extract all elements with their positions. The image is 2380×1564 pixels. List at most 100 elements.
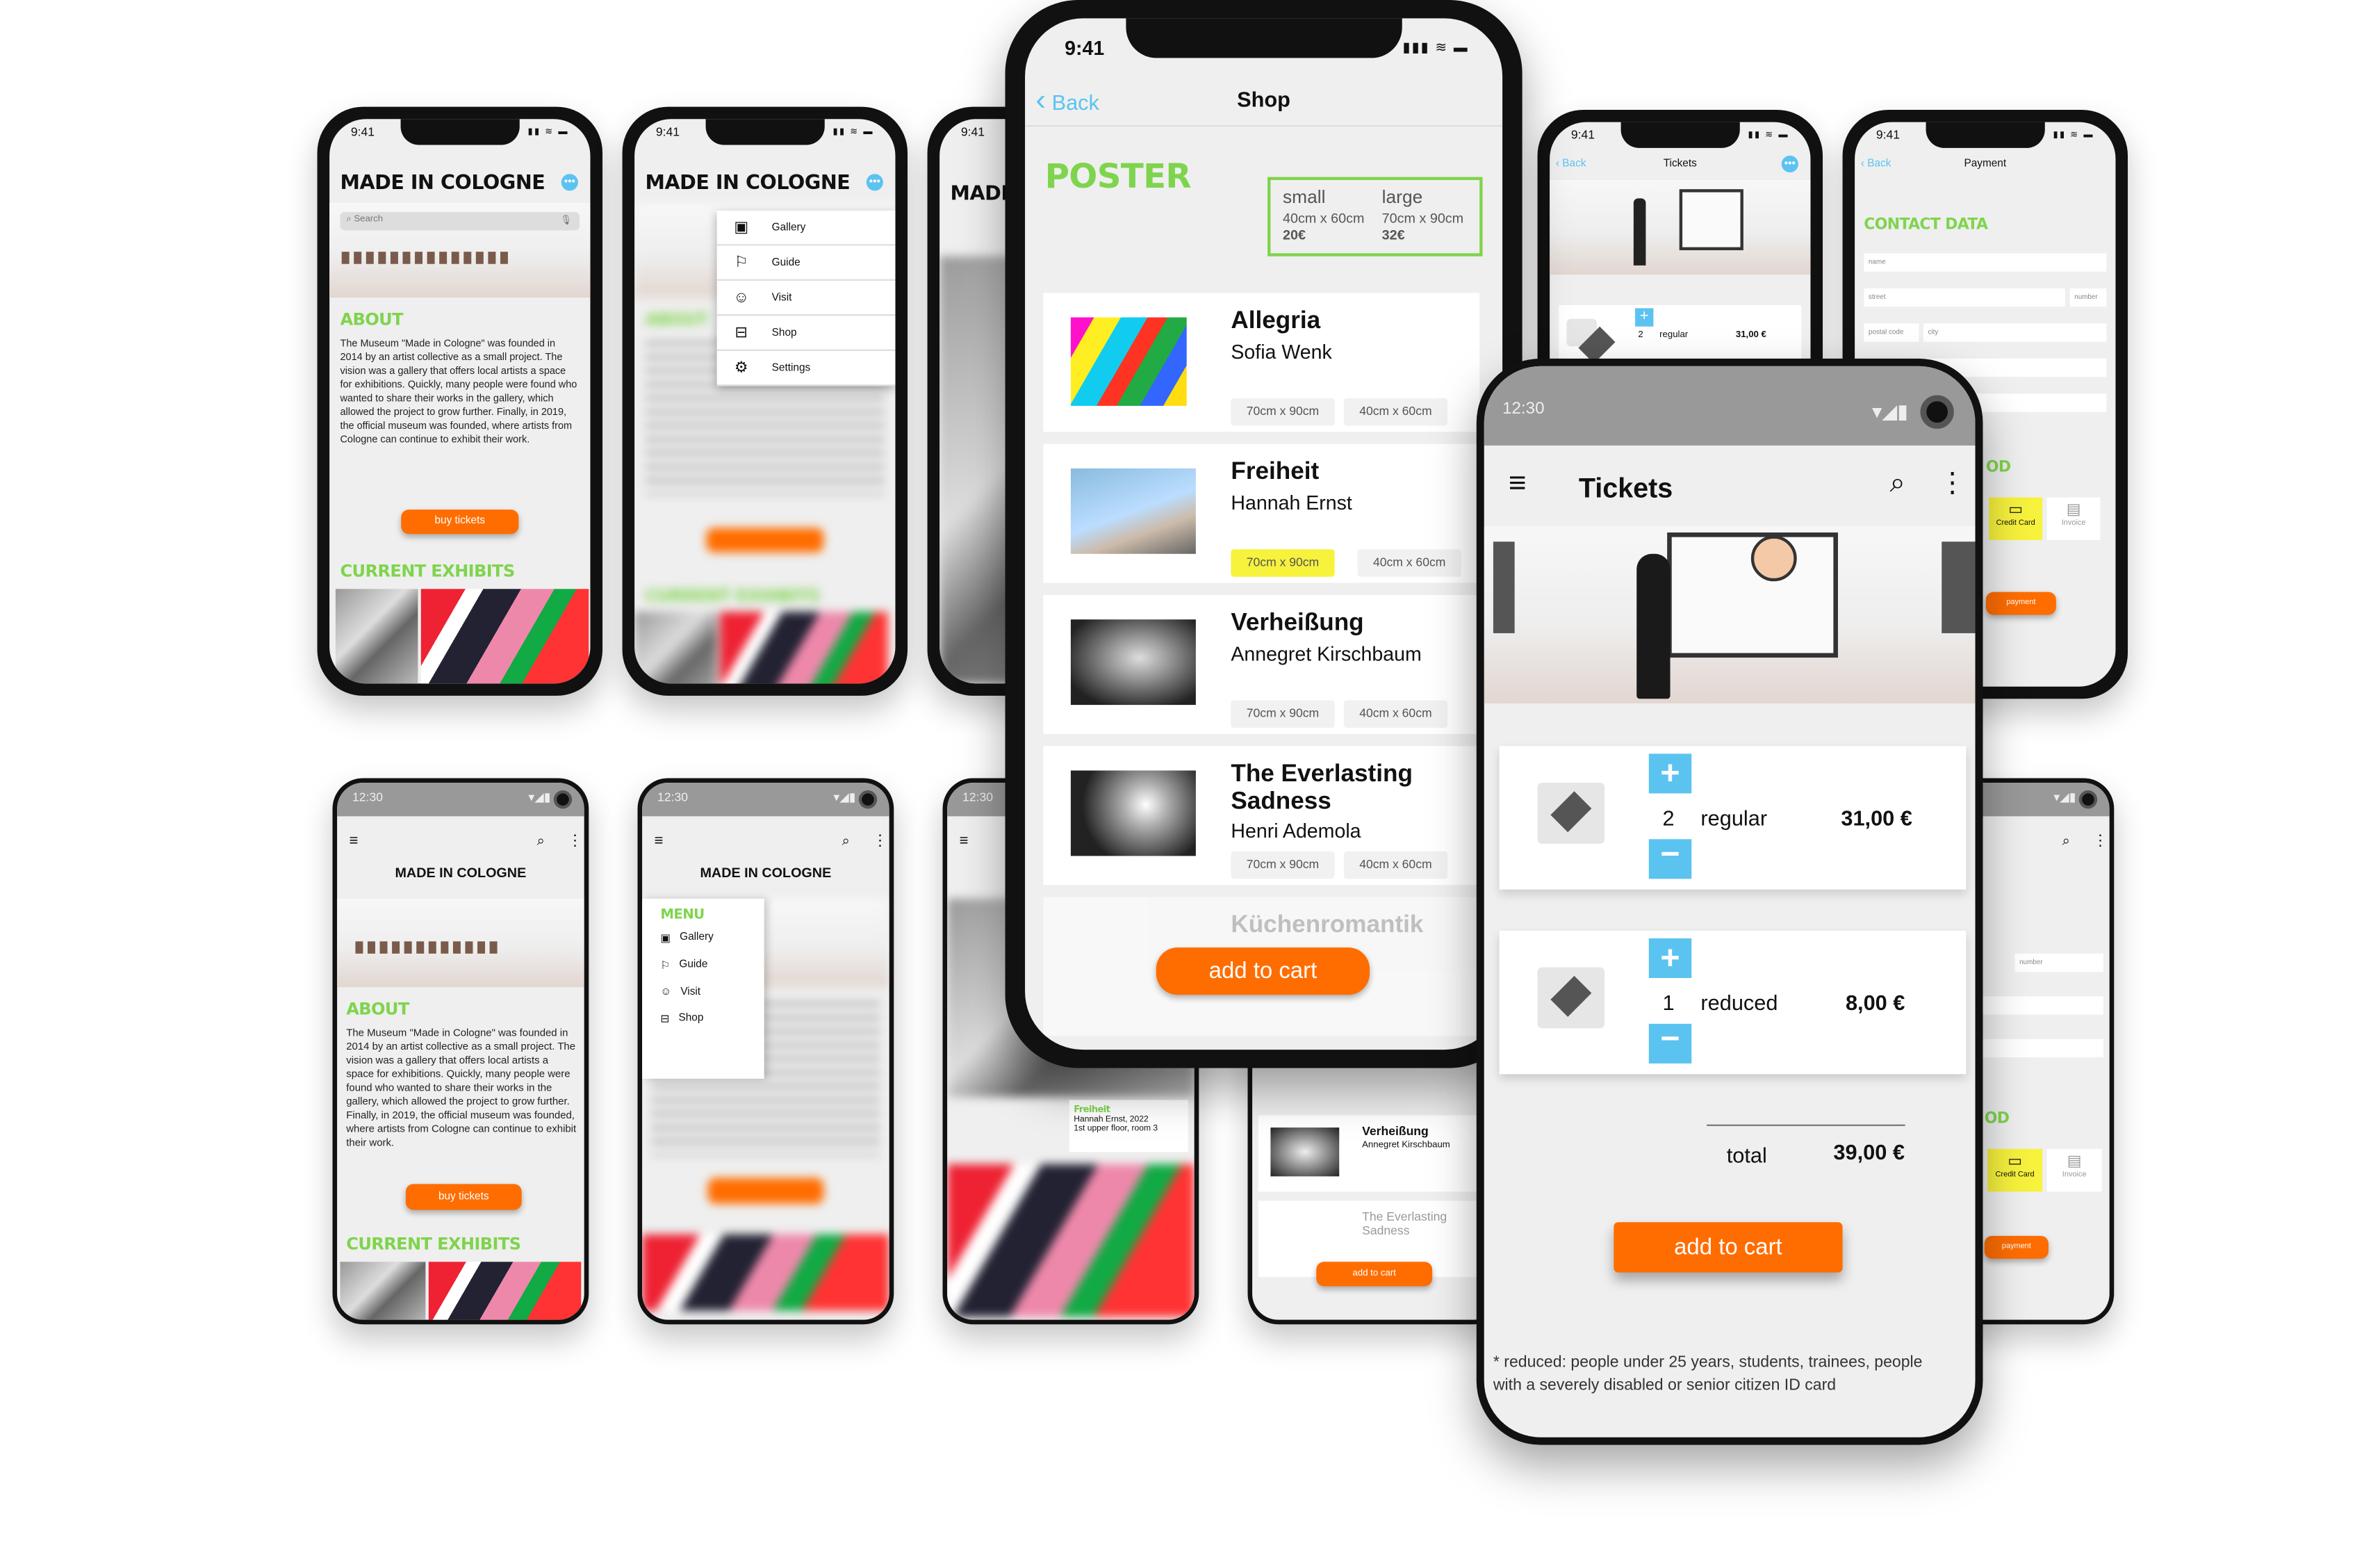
number-field[interactable]: number bbox=[2069, 288, 2107, 307]
ticket-row-reduced: + 1 reduced 8,00 € − bbox=[1499, 930, 1967, 1075]
size-chip-selected[interactable]: 70cm x 90cm bbox=[1231, 549, 1335, 577]
number-field[interactable]: number bbox=[2014, 953, 2103, 972]
menu-title: MENU bbox=[660, 908, 705, 923]
invoice-option[interactable]: ▤ Invoice bbox=[2046, 1148, 2102, 1192]
menu-item-gallery[interactable]: ▣ Gallery bbox=[660, 932, 746, 945]
payment-button[interactable]: payment bbox=[1984, 1235, 2049, 1259]
search-icon[interactable]: ⌕ bbox=[842, 833, 850, 849]
more-icon[interactable]: ••• bbox=[1781, 155, 1798, 173]
postal-code-field[interactable]: postal code bbox=[1864, 323, 1919, 342]
shop-item-allegria[interactable]: Allegria Sofia Wenk 70cm x 90cm 40cm x 6… bbox=[1043, 293, 1480, 432]
page-title: Payment bbox=[1964, 158, 2007, 170]
flag-icon: ⚐ bbox=[734, 254, 748, 271]
phone-android-tickets: 12:30 ▾◢▮ ≡ Tickets ⌕ ⋮ + 2 regular 31,00… bbox=[1476, 358, 1983, 1445]
visit-icon: ☺ bbox=[733, 288, 749, 307]
credit-card-option[interactable]: ▭ Credit Card bbox=[1987, 1148, 2043, 1192]
more-icon[interactable]: ••• bbox=[561, 174, 578, 191]
menu-label: Shop bbox=[678, 1013, 704, 1024]
size-chip[interactable]: 40cm x 60cm bbox=[1343, 700, 1448, 728]
poster-title: The Everlasting Sadness bbox=[1231, 761, 1413, 815]
increment-button[interactable]: + bbox=[1635, 308, 1654, 327]
poster-artist: Annegret Kirschbaum bbox=[1231, 642, 1422, 666]
time: 9:41 bbox=[1570, 128, 1595, 142]
buy-tickets-button[interactable]: buy tickets bbox=[405, 1184, 522, 1210]
overflow-icon[interactable]: ⋮ bbox=[568, 833, 583, 849]
showcase-stage: 9:41 ▮▮ ≋ ▬ MADE IN COLOGNE ••• ⌕ Search… bbox=[0, 0, 2379, 1563]
decrement-regular-button[interactable]: − bbox=[1648, 837, 1692, 879]
increment-regular-button[interactable]: + bbox=[1648, 754, 1692, 794]
mic-icon[interactable]: 🎙 bbox=[560, 215, 572, 226]
size-chip[interactable]: 70cm x 90cm bbox=[1231, 398, 1335, 426]
ticket-qty: 2 bbox=[1638, 331, 1643, 341]
overflow-icon[interactable]: ⋮ bbox=[2093, 833, 2108, 849]
status-icons: ▾◢▮ bbox=[528, 790, 551, 804]
camera bbox=[858, 790, 878, 809]
exhibit-thumbnail[interactable] bbox=[420, 589, 589, 684]
invoice-option[interactable]: ▤ Invoice bbox=[2046, 497, 2101, 541]
screen: 12:30 ▾◢▮ ≡ Tickets ⌕ ⋮ + 2 regular 31,00… bbox=[1484, 366, 1976, 1437]
exhibit-thumbnail[interactable] bbox=[428, 1262, 582, 1320]
search-icon[interactable]: ⌕ bbox=[537, 833, 545, 849]
shop-item-everlasting-sadness[interactable]: The Everlasting Sadness Henri Ademola 70… bbox=[1043, 746, 1480, 886]
poster-thumbnail bbox=[1070, 317, 1187, 406]
menu-item-visit[interactable]: ☺ Visit bbox=[716, 281, 896, 316]
city-field[interactable]: city bbox=[1923, 323, 2107, 342]
ticket-qty: 2 bbox=[1662, 805, 1675, 831]
gallery-icon: ▣ bbox=[734, 218, 749, 236]
exhibit-thumbnail[interactable] bbox=[340, 1262, 426, 1320]
search-input[interactable]: ⌕ Search 🎙 bbox=[340, 212, 580, 231]
search-icon[interactable]: ⌕ bbox=[2062, 833, 2070, 849]
size-dimensions-large: 70cm x 90cm bbox=[1381, 210, 1464, 226]
shop-item[interactable]: Verheißung Annegret Kirschbaum bbox=[1258, 1115, 1484, 1192]
hamburger-menu-icon[interactable]: ≡ bbox=[655, 833, 664, 849]
menu-label: Guide bbox=[679, 959, 708, 971]
menu-item-settings[interactable]: ⚙ Settings bbox=[716, 351, 896, 386]
screen: 12:30 ▾◢▮ ≡ ⌕ ⋮ MADE IN COLOGNE MENU ▣ Gal… bbox=[642, 783, 889, 1320]
shop-icon: ⊟ bbox=[660, 1014, 670, 1026]
settings-icon: ⚙ bbox=[734, 359, 748, 377]
visitor-silhouette bbox=[1636, 553, 1671, 699]
menu-item-gallery[interactable]: ▣ Gallery bbox=[716, 211, 896, 246]
payment-button[interactable]: payment bbox=[1985, 592, 2056, 615]
buy-tickets-button[interactable]: buy tickets bbox=[401, 510, 519, 535]
menu-item-guide[interactable]: ⚐ Guide bbox=[716, 245, 896, 281]
more-icon[interactable]: ••• bbox=[866, 174, 883, 191]
menu-item-guide[interactable]: ⚐ Guide bbox=[660, 960, 746, 972]
hero-image: ⌕ Search 🎙 bbox=[329, 202, 591, 298]
camera bbox=[2078, 790, 2098, 809]
menu-item-visit[interactable]: ☺ Visit bbox=[660, 987, 746, 997]
size-chip[interactable]: 70cm x 90cm bbox=[1231, 700, 1335, 728]
add-to-cart-button[interactable]: add to cart bbox=[1316, 1262, 1433, 1287]
menu-item-shop[interactable]: ⊟ Shop bbox=[660, 1013, 746, 1025]
poster-title: Küchenromantik bbox=[1231, 912, 1424, 938]
size-chip[interactable]: 70cm x 90cm bbox=[1231, 851, 1335, 879]
overflow-icon[interactable]: ⋮ bbox=[873, 833, 888, 849]
add-to-cart-button[interactable]: add to cart bbox=[1156, 947, 1370, 995]
add-to-cart-button[interactable]: add to cart bbox=[1614, 1222, 1843, 1273]
credit-card-option[interactable]: ▭ Credit Card bbox=[1989, 497, 2043, 541]
exhibit-meta: Hannah Ernst, 2022 bbox=[1074, 1115, 1149, 1125]
time: 9:41 bbox=[655, 124, 680, 139]
street-field[interactable]: street bbox=[1864, 288, 2066, 307]
size-chip[interactable]: 40cm x 60cm bbox=[1343, 851, 1448, 879]
menu-label: Guide bbox=[771, 256, 801, 268]
exhibit-thumbnail[interactable] bbox=[335, 589, 418, 684]
poster-title: Allegria bbox=[1231, 308, 1321, 334]
hamburger-menu-icon[interactable]: ≡ bbox=[350, 833, 359, 849]
size-chip[interactable]: 40cm x 60cm bbox=[1357, 549, 1461, 577]
increment-reduced-button[interactable]: + bbox=[1648, 938, 1692, 978]
overflow-icon[interactable]: ⋮ bbox=[1939, 467, 1967, 499]
shop-item-verheissung[interactable]: Verheißung Annegret Kirschbaum 70cm x 90… bbox=[1043, 595, 1480, 734]
decrement-reduced-button[interactable]: − bbox=[1648, 1022, 1692, 1064]
menu-label: Gallery bbox=[680, 932, 714, 943]
time: 12:30 bbox=[352, 790, 384, 804]
exhibit-title: Freiheit bbox=[1074, 1105, 1110, 1116]
search-icon[interactable]: ⌕ bbox=[1890, 467, 1905, 499]
size-chip[interactable]: 40cm x 60cm bbox=[1343, 398, 1448, 426]
shop-item-freiheit[interactable]: Freiheit Hannah Ernst 70cm x 90cm 40cm x… bbox=[1043, 443, 1480, 583]
hamburger-menu-icon[interactable]: ≡ bbox=[1509, 467, 1527, 502]
menu-item-shop[interactable]: ⊟ Shop bbox=[716, 316, 896, 351]
phone-android-home: 12:30 ▾◢▮ ≡ ⌕ ⋮ MADE IN COLOGNE ABOUT The… bbox=[332, 778, 589, 1325]
hamburger-menu-icon[interactable]: ≡ bbox=[960, 833, 969, 849]
name-field[interactable]: name bbox=[1864, 253, 2107, 272]
